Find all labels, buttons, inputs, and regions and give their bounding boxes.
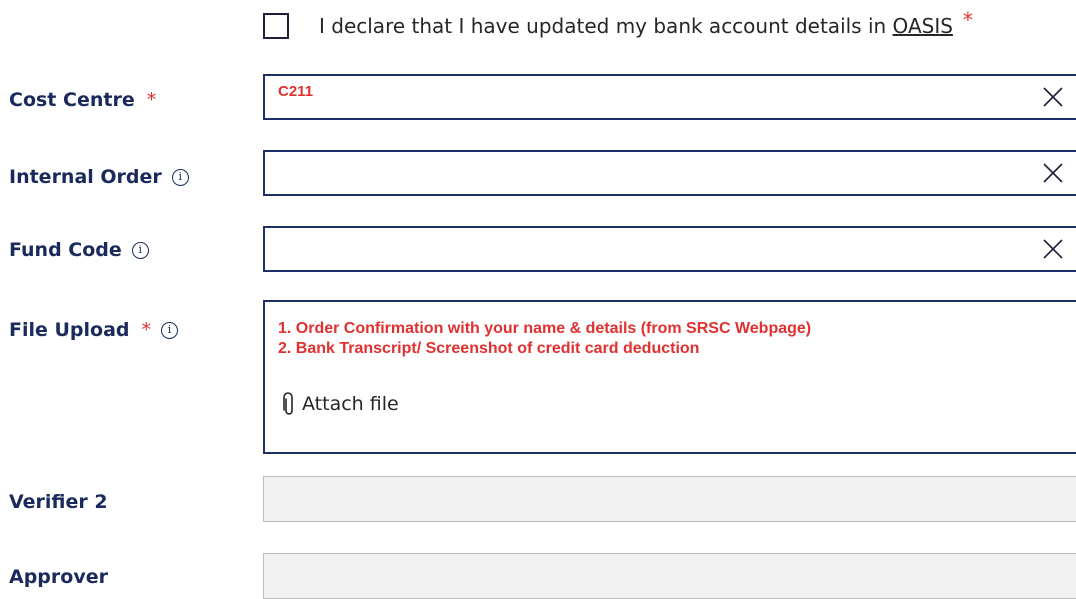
declaration-required-mark: * [962,8,973,32]
verifier-2-label-text: Verifier 2 [9,491,108,513]
cost-centre-value: C211 [278,83,314,100]
fund-code-label-text: Fund Code [9,239,122,261]
paperclip-icon [283,392,293,415]
internal-order-label: Internal Order i [9,166,189,188]
file-upload-label: File Upload * i [9,319,179,341]
file-upload-required-mark: * [141,319,152,341]
cost-centre-field[interactable]: C211 [263,74,1076,120]
cost-centre-required-mark: * [146,89,157,111]
file-upload-field[interactable]: 1. Order Confirmation with your name & d… [263,300,1076,454]
internal-order-field[interactable] [263,150,1076,196]
verifier-2-field [263,476,1076,522]
declaration-checkbox[interactable] [263,13,289,39]
internal-order-label-text: Internal Order [9,166,162,188]
instruction-line: 2. Bank Transcript/ Screenshot of credit… [278,340,700,357]
attach-file-label: Attach file [302,393,399,415]
declaration-row: I declare that I have updated my bank ac… [263,8,973,41]
declaration-text: I declare that I have updated my bank ac… [319,14,953,38]
instruction-line: 1. Order Confirmation with your name & d… [278,320,812,337]
oasis-link[interactable]: OASIS [893,14,953,38]
fund-code-label: Fund Code i [9,239,149,261]
info-icon[interactable]: i [171,168,189,186]
file-upload-instructions: 1. Order Confirmation with your name & d… [278,319,811,359]
fund-code-field[interactable] [263,226,1076,272]
declaration-text-prefix: I declare that I have updated my bank ac… [319,14,893,38]
info-icon[interactable]: i [131,241,149,259]
verifier-2-label: Verifier 2 [9,491,108,513]
attach-file-button[interactable]: Attach file [282,392,399,416]
close-icon[interactable] [1043,163,1063,183]
close-icon[interactable] [1043,87,1063,107]
cost-centre-label-text: Cost Centre [9,89,135,111]
approver-label: Approver [9,566,108,588]
cost-centre-label: Cost Centre * [9,89,156,111]
info-icon[interactable]: i [161,321,179,339]
approver-field [263,553,1076,599]
approver-label-text: Approver [9,566,108,588]
close-icon[interactable] [1043,239,1063,259]
file-upload-label-text: File Upload [9,319,130,341]
